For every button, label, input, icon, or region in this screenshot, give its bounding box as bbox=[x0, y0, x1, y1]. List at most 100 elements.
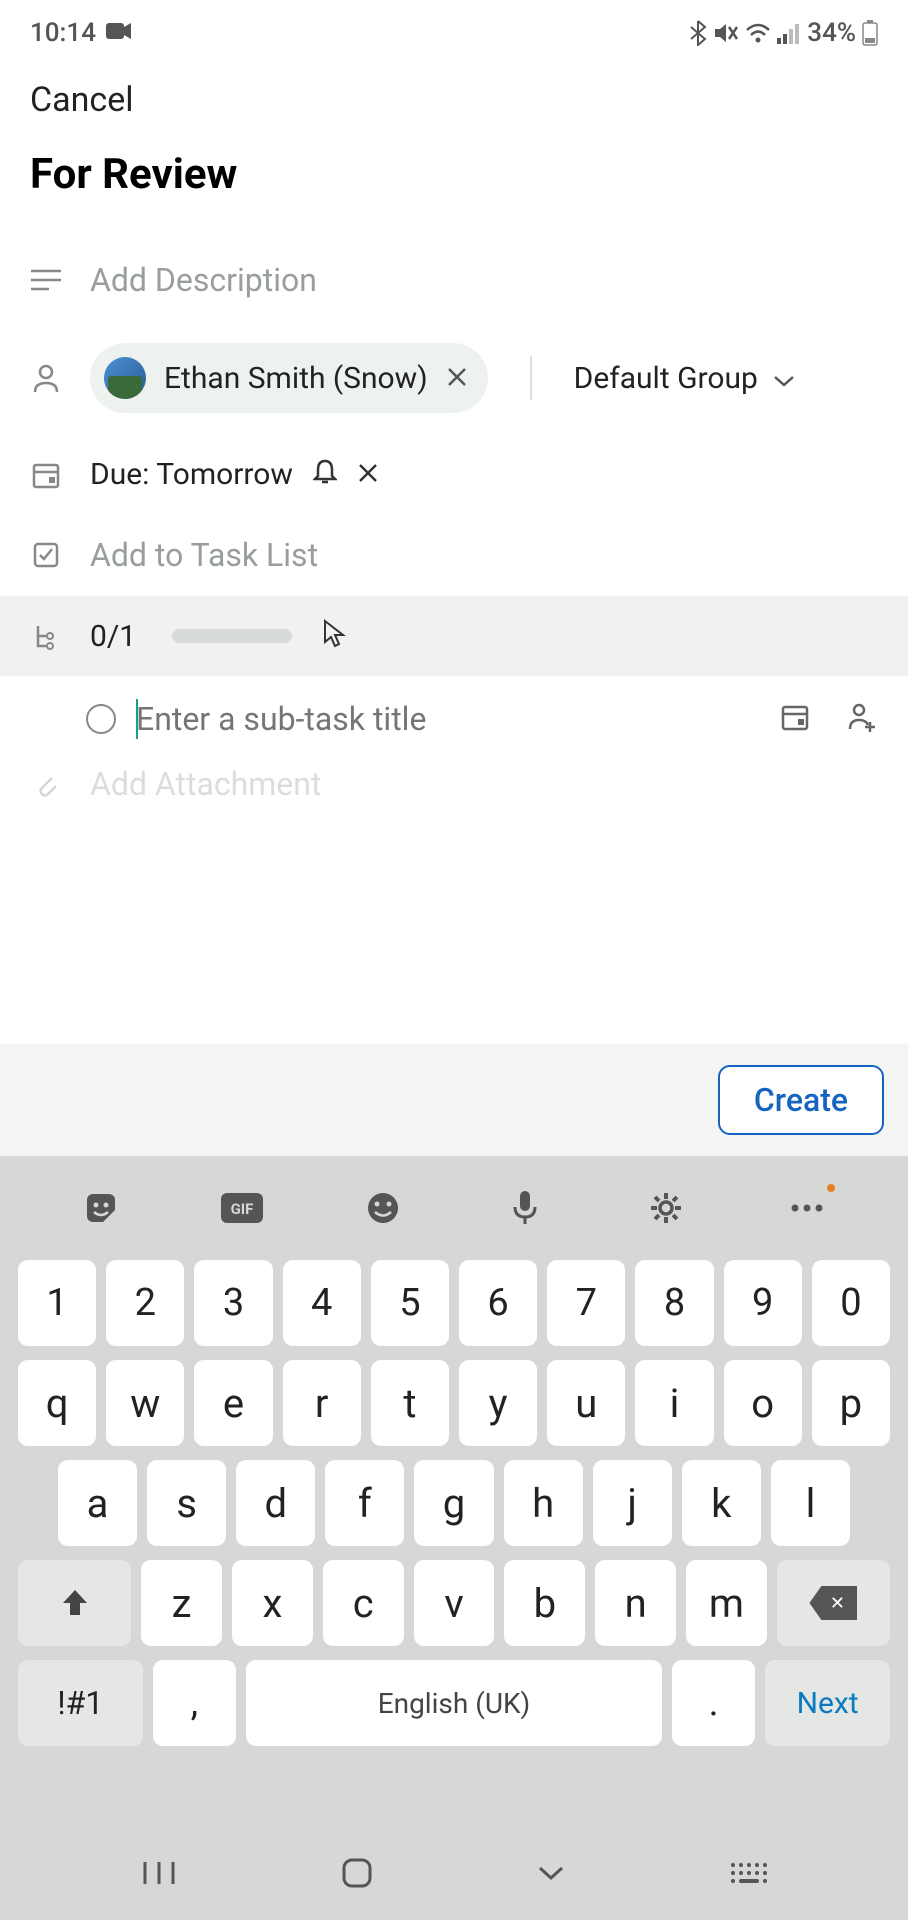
key-h[interactable]: h bbox=[504, 1460, 583, 1546]
attachment-row[interactable]: Add Attachment bbox=[0, 762, 908, 806]
key-7[interactable]: 7 bbox=[547, 1260, 625, 1346]
subtask-icon bbox=[30, 620, 62, 652]
key-o[interactable]: o bbox=[724, 1360, 802, 1446]
key-q[interactable]: q bbox=[18, 1360, 96, 1446]
key-u[interactable]: u bbox=[547, 1360, 625, 1446]
signal-icon bbox=[777, 22, 801, 44]
due-row[interactable]: Due: Tomorrow bbox=[0, 435, 908, 514]
key-period[interactable]: . bbox=[672, 1660, 755, 1746]
chevron-down-icon bbox=[772, 361, 796, 396]
gear-icon[interactable] bbox=[644, 1186, 688, 1230]
nav-home[interactable] bbox=[340, 1856, 374, 1894]
person-icon bbox=[30, 362, 62, 394]
key-v[interactable]: v bbox=[414, 1560, 495, 1646]
subtask-count: 0/1 bbox=[90, 619, 136, 654]
key-5[interactable]: 5 bbox=[371, 1260, 449, 1346]
more-icon[interactable] bbox=[785, 1186, 829, 1230]
key-z[interactable]: z bbox=[141, 1560, 222, 1646]
key-9[interactable]: 9 bbox=[724, 1260, 802, 1346]
svg-text:GIF: GIF bbox=[231, 1200, 254, 1218]
remove-assignee-icon[interactable] bbox=[446, 362, 468, 395]
cursor-icon bbox=[322, 618, 348, 654]
nav-back[interactable] bbox=[536, 1864, 566, 1886]
key-shift[interactable] bbox=[18, 1560, 131, 1646]
tasklist-icon bbox=[30, 539, 62, 571]
calendar-icon bbox=[30, 459, 62, 491]
assignee-chip[interactable]: Ethan Smith (Snow) bbox=[90, 343, 488, 413]
subtask-date-icon[interactable] bbox=[780, 702, 810, 736]
key-space[interactable]: English (UK) bbox=[246, 1660, 662, 1746]
key-4[interactable]: 4 bbox=[283, 1260, 361, 1346]
camera-icon bbox=[106, 18, 132, 48]
key-d[interactable]: d bbox=[236, 1460, 315, 1546]
key-y[interactable]: y bbox=[459, 1360, 537, 1446]
gif-icon[interactable]: GIF bbox=[220, 1186, 264, 1230]
assignee-name: Ethan Smith (Snow) bbox=[164, 361, 428, 396]
status-bar: 10:14 34% bbox=[0, 0, 908, 60]
key-3[interactable]: 3 bbox=[194, 1260, 272, 1346]
cancel-button[interactable]: Cancel bbox=[30, 80, 134, 120]
create-button[interactable]: Create bbox=[718, 1065, 884, 1135]
key-c[interactable]: c bbox=[323, 1560, 404, 1646]
attachment-placeholder: Add Attachment bbox=[90, 765, 321, 803]
group-select[interactable]: Default Group bbox=[574, 361, 796, 396]
key-x[interactable]: x bbox=[232, 1560, 313, 1646]
mic-icon[interactable] bbox=[503, 1186, 547, 1230]
emoji-icon[interactable] bbox=[361, 1186, 405, 1230]
tasklist-placeholder: Add to Task List bbox=[90, 536, 318, 574]
key-e[interactable]: e bbox=[194, 1360, 272, 1446]
header: Cancel bbox=[0, 60, 908, 150]
notification-dot bbox=[827, 1184, 835, 1192]
key-0[interactable]: 0 bbox=[812, 1260, 890, 1346]
mute-icon bbox=[713, 21, 739, 45]
subtask-checkbox[interactable] bbox=[86, 704, 116, 734]
key-m[interactable]: m bbox=[686, 1560, 767, 1646]
key-w[interactable]: w bbox=[106, 1360, 184, 1446]
key-i[interactable]: i bbox=[635, 1360, 713, 1446]
description-placeholder: Add Description bbox=[90, 261, 317, 299]
key-backspace[interactable]: ✕ bbox=[777, 1560, 890, 1646]
subtask-input[interactable] bbox=[136, 700, 760, 738]
clear-due-icon[interactable] bbox=[357, 457, 379, 492]
due-label: Due: Tomorrow bbox=[90, 457, 293, 492]
keyboard-row-numbers: 1 2 3 4 5 6 7 8 9 0 bbox=[18, 1260, 890, 1346]
subtask-assign-icon[interactable] bbox=[846, 702, 878, 736]
key-1[interactable]: 1 bbox=[18, 1260, 96, 1346]
key-n[interactable]: n bbox=[595, 1560, 676, 1646]
battery-percent: 34% bbox=[807, 18, 856, 48]
key-p[interactable]: p bbox=[812, 1360, 890, 1446]
bluetooth-icon bbox=[689, 20, 707, 46]
nav-recent[interactable] bbox=[141, 1858, 177, 1892]
key-b[interactable]: b bbox=[504, 1560, 585, 1646]
key-symbols[interactable]: !#1 bbox=[18, 1660, 143, 1746]
keyboard-row-1: q w e r t y u i o p bbox=[18, 1360, 890, 1446]
key-2[interactable]: 2 bbox=[106, 1260, 184, 1346]
nav-bar bbox=[0, 1830, 908, 1920]
key-l[interactable]: l bbox=[771, 1460, 850, 1546]
reminder-icon[interactable] bbox=[313, 457, 337, 492]
key-8[interactable]: 8 bbox=[635, 1260, 713, 1346]
sticker-icon[interactable] bbox=[79, 1186, 123, 1230]
create-bar: Create bbox=[0, 1044, 908, 1156]
description-row[interactable]: Add Description bbox=[0, 239, 908, 321]
key-t[interactable]: t bbox=[371, 1360, 449, 1446]
key-a[interactable]: a bbox=[58, 1460, 137, 1546]
key-6[interactable]: 6 bbox=[459, 1260, 537, 1346]
key-j[interactable]: j bbox=[593, 1460, 672, 1546]
battery-icon bbox=[862, 20, 878, 46]
subtask-progress bbox=[172, 629, 292, 643]
text-cursor bbox=[136, 699, 138, 739]
keyboard-row-2: a s d f g h j k l bbox=[18, 1460, 890, 1546]
nav-keyboard-icon[interactable] bbox=[729, 1861, 767, 1889]
key-k[interactable]: k bbox=[682, 1460, 761, 1546]
status-time: 10:14 bbox=[30, 18, 96, 48]
key-comma[interactable]: , bbox=[153, 1660, 236, 1746]
key-f[interactable]: f bbox=[325, 1460, 404, 1546]
key-s[interactable]: s bbox=[147, 1460, 226, 1546]
key-next[interactable]: Next bbox=[765, 1660, 890, 1746]
tasklist-row[interactable]: Add to Task List bbox=[0, 514, 908, 596]
assignee-row: Ethan Smith (Snow) Default Group bbox=[0, 321, 908, 435]
due-content: Due: Tomorrow bbox=[90, 457, 379, 492]
key-g[interactable]: g bbox=[414, 1460, 493, 1546]
key-r[interactable]: r bbox=[283, 1360, 361, 1446]
